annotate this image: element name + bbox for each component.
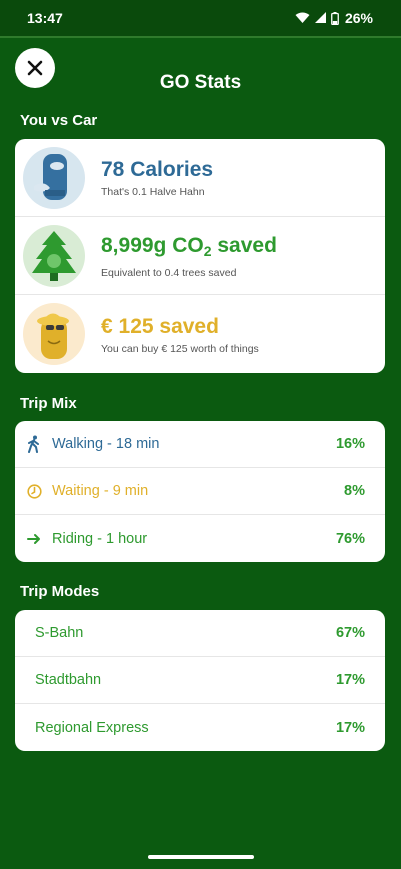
trip-mode-percent: 67% [335,625,365,641]
signal-icon [314,12,326,23]
money-caption: You can buy € 125 worth of things [101,342,259,355]
status-time: 13:47 [27,10,63,26]
calories-icon [23,146,85,209]
clock-icon [25,482,43,500]
trip-mix-percent: 8% [344,483,365,499]
money-icon [23,303,85,365]
calories-value: 78 Calories [101,158,214,181]
money-row: € 125 saved You can buy € 125 worth of t… [15,295,385,373]
calories-row: 78 Calories That's 0.1 Halve Hahn [15,139,385,217]
trip-mix-label: Waiting - 9 min [52,483,149,499]
page-title: GO Stats [159,72,242,93]
co2-row: 8,999g CO2 saved Equivalent to 0.4 trees… [15,217,385,295]
trip-modes-card: S-Bahn 67% Stadtbahn 17% Regional Expres… [15,610,385,751]
battery-level: 26% [344,10,373,26]
section-title-you-vs-car: You vs Car [20,112,98,129]
trip-mode-percent: 17% [335,672,365,688]
trip-mode-row: S-Bahn 67% [15,610,385,657]
trip-mix-label: Walking - 18 min [52,436,160,452]
money-value: € 125 saved [101,314,219,338]
you-vs-car-card: 78 Calories That's 0.1 Halve Hahn 8,999g… [15,139,385,373]
status-bar: 13:47 26% [0,0,401,38]
walking-icon [25,435,43,453]
trip-mode-label: Regional Express [35,719,149,736]
trip-mix-row-riding: Riding - 1 hour 76% [15,515,385,562]
trip-mode-label: Stadtbahn [35,672,102,688]
arrow-right-icon [25,530,43,548]
trip-mode-row: Stadtbahn 17% [15,657,385,704]
battery-icon [331,11,339,25]
trip-mode-label: S-Bahn [35,625,84,641]
trip-mix-label: Riding - 1 hour [52,530,148,547]
trip-mix-row-waiting: Waiting - 9 min 8% [15,468,385,515]
calories-caption: That's 0.1 Halve Hahn [101,186,205,198]
trip-mix-percent: 76% [335,530,365,547]
trip-mix-percent: 16% [335,436,365,452]
trip-mix-card: Walking - 18 min 16% Waiting - 9 min 8% … [15,421,385,562]
trip-mix-row-walking: Walking - 18 min 16% [15,421,385,468]
home-indicator[interactable] [148,855,254,859]
section-title-trip-mix: Trip Mix [20,395,77,412]
trip-mode-percent: 17% [335,719,365,736]
wifi-icon [295,12,310,23]
co2-value: 8,999g CO2 saved [101,233,277,259]
trip-mode-row: Regional Express 17% [15,704,385,751]
tree-icon [23,224,85,287]
section-title-trip-modes: Trip Modes [20,583,100,600]
co2-caption: Equivalent to 0.4 trees saved [101,266,237,279]
